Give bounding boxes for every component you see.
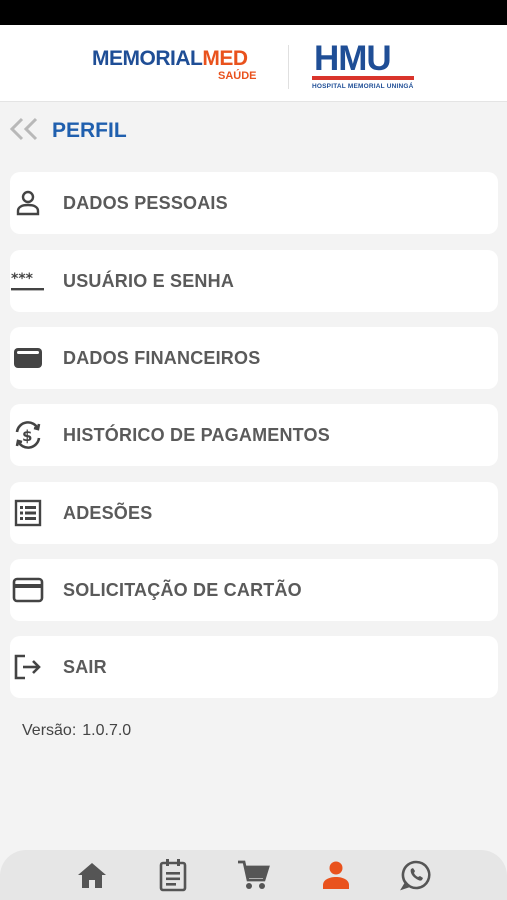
profile-icon xyxy=(323,861,349,889)
logout-icon xyxy=(12,653,44,681)
svg-text:$: $ xyxy=(22,427,32,445)
menu-item-adesoes[interactable]: ADESÕES xyxy=(10,482,498,544)
nav-cart-button[interactable] xyxy=(235,858,271,892)
home-icon xyxy=(78,863,106,888)
menu-item-dados-pessoais[interactable]: DADOS PESSOAIS xyxy=(10,172,498,234)
credit-card-icon xyxy=(12,576,44,604)
menu-item-sair[interactable]: SAIR xyxy=(10,636,498,698)
wallet-icon xyxy=(12,344,44,372)
nav-whatsapp-button[interactable] xyxy=(398,858,434,892)
cart-icon xyxy=(238,860,270,889)
version-value: 1.0.7.0 xyxy=(82,722,132,739)
logo-divider xyxy=(288,45,289,89)
menu-item-dados-financeiros[interactable]: DADOS FINANCEIROS xyxy=(10,327,498,389)
hmu-logo: HMU HOSPITAL MEMORIAL UNINGÁ xyxy=(312,39,414,90)
app-version: Versão: 1.0.7.0 xyxy=(22,722,137,740)
page-title: PERFIL xyxy=(52,119,127,142)
nav-profile-button[interactable] xyxy=(318,858,354,892)
payment-history-icon: $ xyxy=(12,421,44,449)
status-bar xyxy=(0,0,507,25)
bottom-navigation xyxy=(0,850,507,900)
document-icon xyxy=(159,859,187,892)
page-header: PERFIL xyxy=(0,110,507,150)
version-label: Versão: xyxy=(22,722,77,739)
whatsapp-icon xyxy=(400,860,431,891)
nav-documents-button[interactable] xyxy=(155,858,191,892)
person-icon xyxy=(12,189,44,217)
hmu-underline xyxy=(312,76,414,80)
svg-text:***: *** xyxy=(11,271,34,287)
menu-item-usuario-senha[interactable]: *** USUÁRIO E SENHA xyxy=(10,250,498,312)
password-asterisks-icon: *** xyxy=(10,267,46,295)
menu-item-historico-pagamentos[interactable]: $ HISTÓRICO DE PAGAMENTOS xyxy=(10,404,498,466)
app-header: MEMORIALMED SAÚDE HMU HOSPITAL MEMORIAL … xyxy=(0,25,507,102)
nav-home-button[interactable] xyxy=(74,858,110,892)
list-icon xyxy=(12,499,44,527)
double-chevron-left-icon[interactable] xyxy=(9,116,41,142)
menu-item-solicitacao-cartao[interactable]: SOLICITAÇÃO DE CARTÃO xyxy=(10,559,498,621)
memorialmed-sub: SAÚDE xyxy=(218,70,257,82)
memorialmed-logo: MEMORIALMED SAÚDE xyxy=(92,47,257,82)
